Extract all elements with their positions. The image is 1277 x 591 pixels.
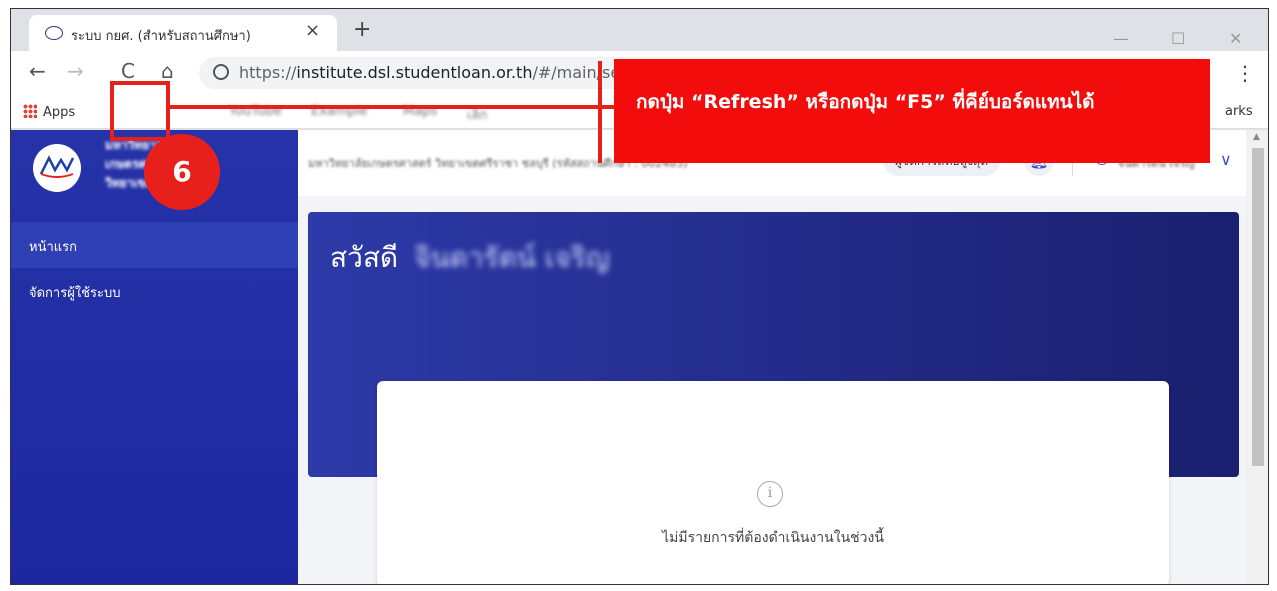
new-tab-button[interactable]: +: [353, 19, 371, 41]
greeting: สวัสดี จินดารัตน์ เจริญ: [330, 236, 610, 280]
instruction-callout: กดปุ่ม “Refresh” หรือกดปุ่ม “F5” ที่คีย์…: [614, 59, 1210, 163]
empty-state-message: ไม่มีรายการที่ต้องดำเนินงานในช่วงนี้: [662, 530, 884, 546]
kyos-logo: [33, 144, 81, 192]
scrollbar[interactable]: ▲: [1246, 130, 1268, 584]
greeting-word: สวัสดี: [330, 241, 399, 274]
browser-window: ระบบ กยศ. (สำหรับสถานศึกษา) × + — ☐ ✕ ← …: [10, 8, 1269, 585]
url-path: /#/main/se: [532, 63, 621, 82]
sidebar-item-user-management[interactable]: จัดการผู้ใช้ระบบ: [11, 268, 298, 314]
forward-icon[interactable]: →: [67, 61, 84, 81]
tab-strip: ระบบ กยศ. (สำหรับสถานศึกษา) × + — ☐ ✕: [11, 9, 1268, 51]
home-icon[interactable]: ⌂: [161, 61, 174, 81]
callout-accent-bar: [598, 61, 602, 163]
scrollbar-thumb[interactable]: [1252, 148, 1264, 466]
scroll-up-icon[interactable]: ▲: [1253, 132, 1260, 142]
apps-grid-icon: [23, 104, 37, 118]
browser-tab[interactable]: ระบบ กยศ. (สำหรับสถานศึกษา) ×: [29, 15, 337, 51]
step-number-badge: 6: [144, 134, 220, 210]
site-favicon-icon: [45, 26, 63, 40]
maximize-icon[interactable]: ☐: [1171, 29, 1185, 48]
tab-title: ระบบ กยศ. (สำหรับสถานศึกษา): [71, 29, 251, 44]
url-host: institute.dsl.studentloan.or.th: [296, 63, 533, 82]
back-icon[interactable]: ←: [29, 61, 46, 81]
minimize-icon[interactable]: —: [1113, 29, 1129, 48]
browser-menu-icon[interactable]: ⋮: [1235, 61, 1255, 85]
tasks-card: i ไม่มีรายการที่ต้องดำเนินงานในช่วงนี้: [377, 381, 1169, 584]
logo-mark-icon: [39, 155, 75, 178]
greeting-user-name: จินดารัตน์ เจริญ: [414, 241, 610, 274]
chevron-down-icon[interactable]: ∨: [1220, 150, 1232, 169]
url-text: https://institute.dsl.studentloan.or.th/…: [239, 63, 620, 82]
sidebar-item-home[interactable]: หน้าแรก: [11, 222, 298, 268]
bookmark-other[interactable]: arks: [1225, 104, 1253, 119]
reload-highlight-box: [110, 81, 170, 141]
url-protocol: https://: [239, 63, 297, 82]
close-window-icon[interactable]: ✕: [1229, 29, 1242, 48]
bookmark-apps[interactable]: Apps: [23, 104, 75, 120]
tab-close-icon[interactable]: ×: [305, 22, 320, 40]
annotation-connector-line: [168, 105, 618, 109]
info-icon: i: [757, 481, 783, 507]
site-info-icon[interactable]: [213, 64, 229, 80]
reload-icon[interactable]: C: [121, 61, 135, 81]
